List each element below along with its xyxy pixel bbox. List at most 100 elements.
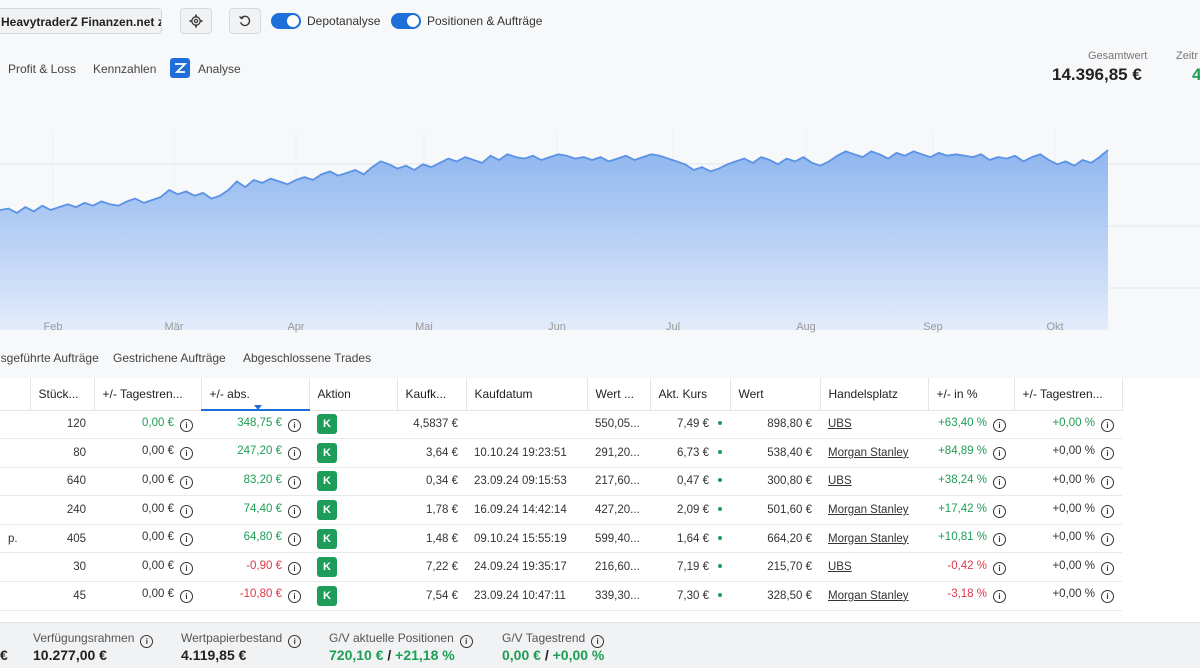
x-tick-label: Aug (796, 321, 816, 333)
info-icon[interactable]: i (1101, 504, 1114, 518)
venue-link[interactable]: Morgan Stanley (828, 590, 909, 602)
gain-pct: +10,81 % (938, 531, 987, 544)
buy-date: 23.09.24 10:47:11 (474, 589, 566, 602)
current-value: 898,80 € (767, 418, 812, 431)
info-icon[interactable]: i (993, 533, 1006, 547)
info-icon[interactable]: i (180, 504, 193, 518)
info-icon[interactable]: i (180, 447, 193, 461)
info-icon[interactable]: i (288, 590, 301, 604)
buy-badge[interactable]: K (317, 500, 337, 521)
venue-link[interactable]: Morgan Stanley (828, 533, 909, 545)
gear-icon (189, 14, 203, 28)
top-bar: HeavytraderZ Finanzen.net zero Depotanal… (0, 0, 1200, 44)
venue-link[interactable]: UBS (828, 418, 852, 430)
verfuegungsrahmen-label-text: Verfügungsrahmen (33, 631, 135, 645)
info-icon[interactable]: i (288, 475, 301, 489)
x-tick-label: Apr (287, 321, 304, 333)
buy-price: 1,78 € (426, 504, 458, 517)
col-header-tagestrend-pct[interactable]: +/- Tagestren... (1014, 378, 1123, 411)
col-header-kaufwert[interactable]: Wert ... (587, 378, 651, 411)
info-icon[interactable]: i (993, 590, 1006, 604)
quantity: 405 (66, 532, 86, 545)
depotanalyse-toggle[interactable] (271, 13, 301, 29)
info-icon[interactable]: i (993, 561, 1006, 575)
info-icon[interactable]: i (1101, 418, 1114, 432)
table-row[interactable]: 45 0,00 € i -10,80 € i K 7,54 € 23.09.24 10:47:… (0, 581, 1122, 611)
live-dot-icon (718, 478, 722, 483)
tab-analyse[interactable]: Analyse (198, 62, 241, 76)
tab-kennzahlen[interactable]: Kennzahlen (93, 62, 156, 76)
table-row[interactable]: 30 0,00 € i -0,90 € i K 7,22 € 24.09.24 19:35:1… (0, 552, 1122, 583)
gv-positionen-label-text: G/V aktuelle Positionen (329, 631, 454, 645)
buy-badge[interactable]: K (317, 585, 337, 606)
info-icon[interactable]: i (288, 504, 301, 518)
info-icon[interactable]: i (993, 475, 1006, 489)
buy-badge[interactable]: K (317, 442, 337, 463)
account-select[interactable]: HeavytraderZ Finanzen.net zero (0, 8, 162, 34)
refresh-button[interactable] (229, 8, 261, 34)
info-icon[interactable]: i (180, 533, 193, 547)
info-icon[interactable]: i (993, 447, 1006, 461)
col-header-handelsplatz[interactable]: Handelsplatz (820, 378, 929, 411)
venue-link[interactable]: UBS (828, 561, 852, 573)
info-icon[interactable]: i (288, 533, 301, 547)
buy-badge[interactable]: K (317, 528, 337, 549)
venue-link[interactable]: Morgan Stanley (828, 447, 909, 459)
gv-tagestrend-abs: 0,00 € (502, 647, 541, 663)
table-row[interactable]: p. 405 0,00 € i 64,80 € i K 1,48 € 09.10.24 15:5… (0, 524, 1122, 554)
col-header-pct[interactable]: +/- in % (928, 378, 1015, 411)
info-icon[interactable]: i (288, 419, 301, 433)
info-icon[interactable]: i (140, 635, 154, 648)
info-icon[interactable]: i (180, 561, 193, 575)
col-header-aktion[interactable]: Aktion (309, 378, 398, 411)
buy-date: 24.09.24 19:35:17 (474, 561, 567, 574)
col-header-tagestrend[interactable]: +/- Tagestren... (94, 378, 202, 411)
col-header-kaufkurs[interactable]: Kaufk... (397, 378, 467, 411)
info-icon[interactable]: i (993, 418, 1006, 432)
tab-gestrichene-auftraege[interactable]: Gestrichene Aufträge (113, 351, 226, 365)
col-header-kaufdatum[interactable]: Kaufdatum (466, 378, 588, 411)
col-header-wert[interactable]: Wert (730, 378, 821, 411)
info-icon[interactable]: i (1101, 475, 1114, 489)
col-header-akt-kurs[interactable]: Akt. Kurs (650, 378, 731, 411)
info-icon[interactable]: i (288, 561, 301, 575)
info-icon[interactable]: i (288, 447, 301, 461)
info-icon[interactable]: i (180, 590, 193, 604)
table-row[interactable]: 120 0,00 € i 348,75 € i K 4,5837 € 550,05... 7,4… (0, 410, 1122, 440)
buy-badge[interactable]: K (317, 471, 337, 492)
info-icon[interactable]: i (459, 635, 473, 648)
info-icon[interactable]: i (993, 504, 1006, 518)
buy-badge[interactable]: K (317, 557, 337, 578)
info-icon[interactable]: i (288, 635, 302, 648)
tab-abgeschlossene-trades[interactable]: Abgeschlossene Trades (243, 351, 371, 365)
current-price: 1,64 € (677, 532, 709, 545)
quantity: 45 (73, 589, 86, 602)
venue-link[interactable]: Morgan Stanley (828, 504, 909, 516)
table-row[interactable]: 640 0,00 € i 83,20 € i K 0,34 € 23.09.24 09:15:… (0, 467, 1122, 497)
tab-profit-loss[interactable]: Profit & Loss (8, 62, 76, 76)
table-row[interactable]: 80 0,00 € i 247,20 € i K 3,64 € 10.10.24 19:23:… (0, 438, 1122, 468)
buy-value: 217,60... (595, 475, 640, 488)
info-icon[interactable]: i (1101, 590, 1114, 604)
col-header-stueck[interactable]: Stück... (30, 378, 95, 411)
finanzen-logo-icon (174, 63, 187, 73)
day-trend-pct: +0,00 % (1052, 445, 1095, 458)
col-header-abs[interactable]: +/- abs. (201, 378, 310, 411)
col-header-name[interactable] (0, 378, 31, 411)
info-icon[interactable]: i (180, 475, 193, 489)
gv-positionen-pct: +21,18 % (395, 647, 455, 663)
analyse-brand-icon[interactable] (170, 58, 190, 78)
info-icon[interactable]: i (180, 418, 193, 432)
buy-badge[interactable]: K (317, 414, 337, 435)
tab-ausgefuehrte-auftraege[interactable]: Ausgeführte Aufträge (0, 351, 99, 365)
venue-link[interactable]: UBS (828, 475, 852, 487)
positionen-toggle[interactable] (391, 13, 421, 29)
positions-table-area: Stück... +/- Tagestren... +/- abs. Aktio… (0, 378, 1200, 622)
live-dot-icon (718, 421, 722, 426)
table-row[interactable]: 240 0,00 € i 74,40 € i K 1,78 € 16.09.24 14:42:… (0, 495, 1122, 525)
info-icon[interactable]: i (1101, 561, 1114, 575)
settings-button[interactable] (180, 8, 212, 34)
info-icon[interactable]: i (1101, 447, 1114, 461)
info-icon[interactable]: i (1101, 533, 1114, 547)
positionen-label: Positionen & Aufträge (427, 14, 543, 28)
